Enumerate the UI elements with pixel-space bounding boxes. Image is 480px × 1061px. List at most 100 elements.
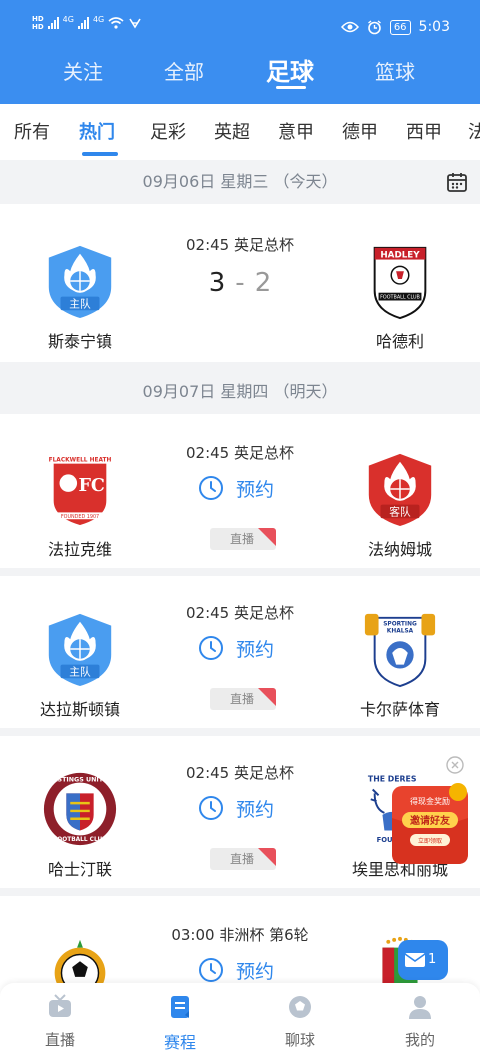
- live-corner-icon: [258, 688, 276, 706]
- svg-text:HASTINGS UNITED: HASTINGS UNITED: [47, 777, 112, 784]
- tab-league-hot[interactable]: 热门: [79, 118, 115, 144]
- schedule-icon: [171, 996, 189, 1018]
- svg-text:SPORTING: SPORTING: [383, 622, 417, 628]
- sport-tabs: 关注 全部 足球 篮球: [0, 52, 480, 92]
- away-team[interactable]: SPORTING KHALSA 卡尔萨体育: [330, 610, 470, 720]
- live-label: 直播: [230, 852, 255, 866]
- team-name: 法拉克维: [47, 540, 112, 559]
- home-team-badge: 主队: [48, 245, 112, 319]
- tab-league-la-liga[interactable]: 西甲: [406, 118, 442, 144]
- match-time-competition: 02:45 英足总杯: [186, 236, 294, 254]
- network-label: 4G: [62, 15, 74, 24]
- active-tab-indicator: [276, 86, 306, 89]
- tab-league-serie-a[interactable]: 意甲: [278, 118, 314, 144]
- away-team[interactable]: HADLEY FOOTBALL CLUB 哈德利: [330, 242, 470, 352]
- live-badge[interactable]: 直播: [210, 528, 276, 550]
- alarm-icon: [367, 19, 381, 34]
- status-bar: HD HD 4G 4G 66 5:03: [0, 0, 480, 46]
- profile-icon: [409, 996, 431, 1019]
- svg-text:FLACKWELL HEATH: FLACKWELL HEATH: [49, 458, 112, 464]
- message-button[interactable]: [398, 940, 448, 980]
- home-team[interactable]: HASTINGS UNITED FOOTBALL CLUB 哈士汀联: [10, 770, 150, 880]
- hadley-fc-badge: HADLEY FOOTBALL CLUB: [373, 246, 427, 320]
- clock-icon: [199, 958, 223, 982]
- invite-promo-banner[interactable]: 得现金奖励 邀请好友 立即领取: [388, 778, 472, 866]
- tab-league-bundesliga[interactable]: 德甲: [342, 118, 378, 144]
- nav-chat[interactable]: 聊球: [270, 993, 330, 1050]
- battery-indicator: 66: [389, 19, 411, 35]
- status-left: HD HD 4G 4G: [32, 15, 142, 31]
- hastings-united-badge: HASTINGS UNITED FOOTBALL CLUB: [43, 772, 117, 846]
- promo-line2: 邀请好友: [410, 814, 450, 827]
- clock-icon: [199, 476, 223, 500]
- match-card[interactable]: 主队 斯泰宁镇 02:45 英足总杯 3-2 HADLEY FOOTBALL C…: [0, 204, 480, 362]
- team-name: 哈士汀联: [47, 860, 112, 879]
- clock-icon: [199, 796, 223, 820]
- tab-basketball[interactable]: 篮球: [375, 52, 415, 92]
- tab-following[interactable]: 关注: [63, 52, 103, 92]
- date-header: 09月06日 星期三 （今天）: [0, 160, 480, 204]
- wifi-icon: [108, 17, 124, 29]
- flackwell-heath-badge: FLACKWELL HEATH FC FOUNDED 1907: [49, 452, 112, 528]
- svg-text:主队: 主队: [69, 665, 91, 678]
- reserve-label: 预约: [236, 638, 275, 661]
- hd-indicator: HD HD: [32, 15, 44, 31]
- nav-profile[interactable]: 我的: [390, 993, 450, 1050]
- team-name: 法纳姆城: [367, 540, 432, 559]
- tv-icon: [49, 994, 71, 1017]
- sporting-khalsa-badge: SPORTING KHALSA: [364, 613, 436, 688]
- away-team-badge: 客队: [368, 453, 432, 527]
- match-card[interactable]: 主队 达拉斯顿镇 02:45 英足总杯 预约 直播 SPORTING KHALS…: [0, 576, 480, 728]
- nav-label: 直播: [44, 1031, 75, 1049]
- live-corner-icon: [258, 848, 276, 866]
- clock: 5:03: [418, 19, 450, 35]
- home-team[interactable]: 主队 达拉斯顿镇: [10, 610, 150, 720]
- tab-all[interactable]: 全部: [164, 52, 204, 92]
- svg-text:FOUNDED 1907: FOUNDED 1907: [61, 514, 99, 520]
- match-time-competition: 02:45 英足总杯: [186, 444, 294, 462]
- close-promo-icon[interactable]: [446, 756, 464, 774]
- nav-schedule[interactable]: 赛程: [150, 993, 210, 1053]
- tab-league-lottery[interactable]: 足彩: [150, 118, 186, 144]
- live-label: 直播: [230, 532, 255, 546]
- match-time-competition: 02:45 英足总杯: [186, 604, 294, 622]
- tab-league-ligue-1[interactable]: 法: [468, 118, 480, 144]
- tab-league-all[interactable]: 所有: [14, 118, 50, 144]
- live-badge[interactable]: 直播: [210, 688, 276, 710]
- app-header: HD HD 4G 4G 66 5:03 关注 全部 足球 篮球: [0, 0, 480, 104]
- away-team[interactable]: 客队 法纳姆城: [330, 450, 470, 560]
- bottom-nav: 直播 赛程 聊球 我的: [0, 983, 480, 1061]
- chat-ball-icon: [289, 996, 311, 1018]
- live-badge[interactable]: 直播: [210, 848, 276, 870]
- active-league-indicator: [82, 152, 118, 156]
- nav-label: 我的: [404, 1031, 435, 1049]
- nav-label: 聊球: [284, 1031, 315, 1049]
- home-team[interactable]: FLACKWELL HEATH FC FOUNDED 1907 法拉克维: [10, 450, 150, 560]
- home-score: 3: [208, 268, 226, 298]
- reserve-button[interactable]: 预约: [198, 633, 288, 663]
- match-card[interactable]: FLACKWELL HEATH FC FOUNDED 1907 法拉克维 02:…: [0, 414, 480, 568]
- match-time-competition: 02:45 英足总杯: [186, 764, 294, 782]
- team-name: 斯泰宁镇: [47, 332, 112, 351]
- svg-text:FC: FC: [78, 476, 104, 496]
- away-score: 2: [254, 268, 272, 298]
- calendar-icon[interactable]: [446, 171, 468, 193]
- team-name: 哈德利: [375, 332, 424, 351]
- live-corner-icon: [258, 528, 276, 546]
- svg-text:KHALSA: KHALSA: [387, 628, 414, 634]
- home-team[interactable]: 主队 斯泰宁镇: [10, 242, 150, 352]
- signal-icon: [77, 17, 89, 29]
- mail-icon: [404, 953, 426, 967]
- reserve-button[interactable]: 预约: [198, 473, 288, 503]
- reserve-label: 预约: [236, 798, 275, 821]
- team-name: 达拉斯顿镇: [39, 700, 120, 719]
- reserve-button[interactable]: 预约: [198, 793, 288, 823]
- match-time-competition: 03:00 非洲杯 第6轮: [171, 926, 309, 944]
- date-label: 09月06日 星期三 （今天）: [142, 172, 338, 191]
- promo-line1: 得现金奖励: [410, 796, 450, 806]
- promo-line3: 立即领取: [418, 837, 442, 845]
- svg-text:FOOTBALL CLUB: FOOTBALL CLUB: [380, 295, 420, 301]
- tab-league-epl[interactable]: 英超: [214, 118, 250, 144]
- reserve-button[interactable]: 预约: [198, 955, 288, 985]
- nav-live[interactable]: 直播: [30, 993, 90, 1050]
